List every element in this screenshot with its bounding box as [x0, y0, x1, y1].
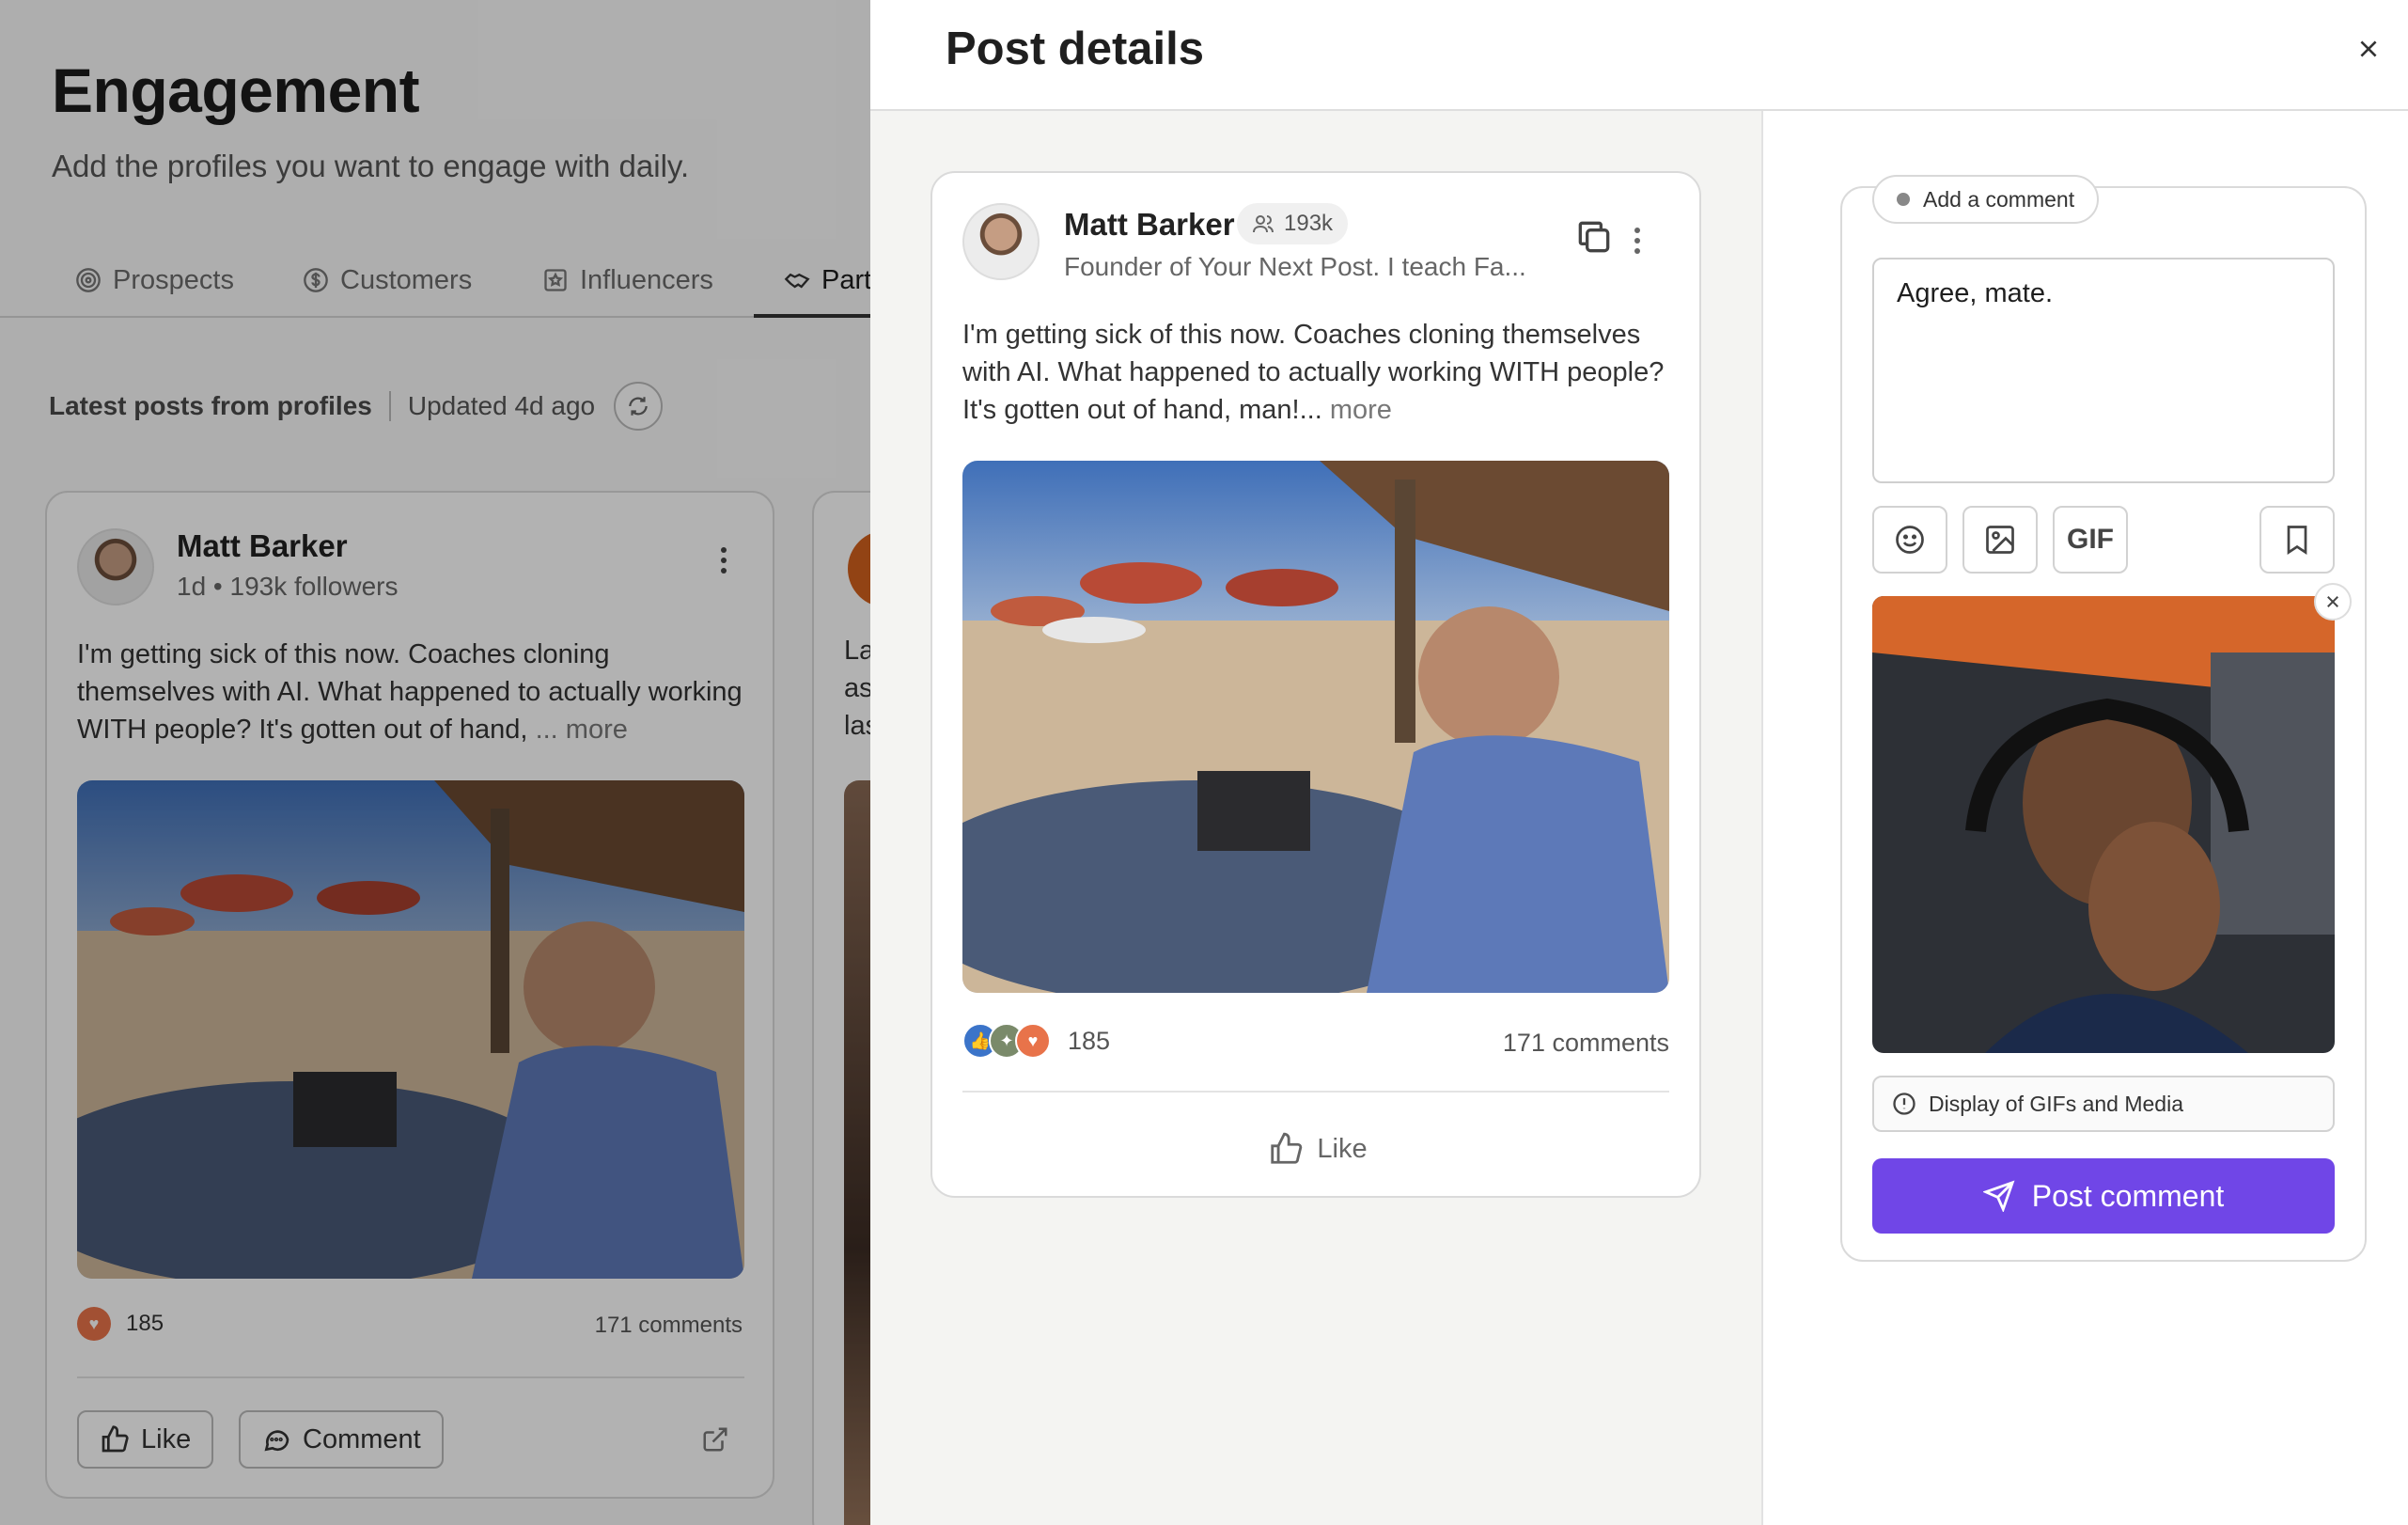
close-icon: [2327, 596, 2338, 607]
drawer-title: Post details: [946, 24, 1205, 74]
comment-input[interactable]: Agree, mate.: [1872, 258, 2335, 483]
divider: [962, 1091, 1669, 1093]
comments-count[interactable]: 171 comments: [1503, 1029, 1669, 1058]
add-comment-tab[interactable]: Add a comment: [1872, 175, 2100, 224]
comment-composer: Add a comment Agree, mate. GIF Display o…: [1840, 175, 2367, 1262]
add-comment-label: Add a comment: [1923, 186, 2075, 212]
users-icon: [1253, 215, 1274, 233]
author-headline: Founder of Your Next Post. I teach Fa...: [1064, 252, 1526, 281]
drawer-header: Post details: [870, 0, 2408, 111]
save-template-button[interactable]: [2259, 506, 2335, 574]
thumbs-up-icon: [1271, 1132, 1303, 1164]
bookmark-icon: [2287, 526, 2307, 556]
info-icon: [1893, 1093, 1915, 1115]
like-button[interactable]: Like: [932, 1121, 1703, 1177]
gif-preview: [1872, 596, 2335, 1053]
post-comment-button[interactable]: Post comment: [1872, 1158, 2335, 1234]
send-icon: [1982, 1180, 2015, 1212]
emoji-button[interactable]: [1872, 506, 1947, 574]
reaction-summary[interactable]: 👍 ✦ ♥ 185: [962, 1023, 1110, 1059]
like-label: Like: [1317, 1133, 1368, 1164]
followers-badge: 193k: [1237, 203, 1349, 244]
post-comment-label: Post comment: [2031, 1178, 2225, 1213]
author-name[interactable]: Matt Barker: [1064, 207, 1235, 243]
avatar[interactable]: [962, 203, 1040, 280]
close-icon: [2360, 40, 2377, 57]
reaction-icons: 👍 ✦ ♥: [962, 1023, 1051, 1059]
gif-button[interactable]: GIF: [2053, 506, 2128, 574]
reaction-count: 185: [1068, 1026, 1111, 1055]
more-options-icon[interactable]: [1626, 222, 1649, 259]
post-details-drawer: Post details Matt Barker 193k Founder of…: [870, 0, 2408, 1525]
comment-pane: Add a comment Agree, mate. GIF Display o…: [1761, 111, 2408, 1525]
close-button[interactable]: [2350, 30, 2387, 68]
smile-icon: [1896, 526, 1924, 554]
post-card: Matt Barker 193k Founder of Your Next Po…: [930, 171, 1701, 1198]
post-image[interactable]: [962, 461, 1669, 993]
post-text: I'm getting sick of this now. Coaches cl…: [962, 316, 1677, 429]
copy-icon[interactable]: [1573, 216, 1615, 258]
followers-count: 193k: [1284, 211, 1334, 236]
media-notice-text: Display of GIFs and Media: [1929, 1091, 2184, 1116]
remove-gif-button[interactable]: [2314, 583, 2352, 621]
see-more-link[interactable]: more: [1322, 395, 1392, 425]
media-notice[interactable]: Display of GIFs and Media: [1872, 1076, 2335, 1132]
modal-backdrop[interactable]: [0, 0, 870, 1525]
image-upload-button[interactable]: [1962, 506, 2038, 574]
post-preview-pane: Matt Barker 193k Founder of Your Next Po…: [870, 111, 1761, 1525]
bullet-icon: [1897, 193, 1910, 206]
heart-reaction-icon: ♥: [1015, 1023, 1051, 1059]
post-body: I'm getting sick of this now. Coaches cl…: [962, 320, 1665, 425]
image-icon: [1986, 526, 2014, 554]
